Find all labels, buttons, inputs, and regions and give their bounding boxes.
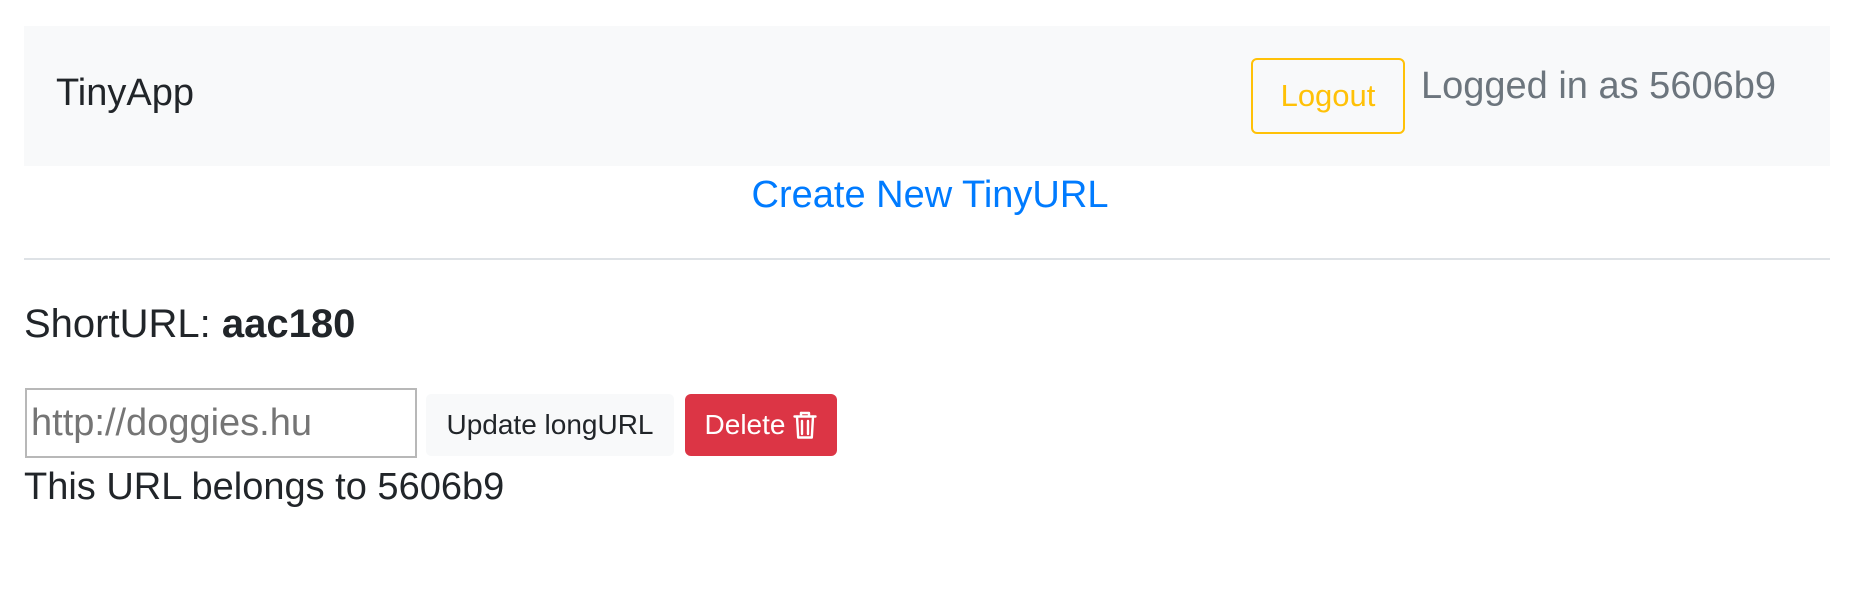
short-url-id: aac180 bbox=[221, 302, 356, 346]
short-url-label: ShortURL: bbox=[24, 302, 222, 346]
delete-button[interactable]: Delete bbox=[685, 394, 837, 456]
page: TinyApp Logout Logged in as 5606b9 Creat… bbox=[0, 0, 1860, 608]
update-longurl-button[interactable]: Update longURL bbox=[426, 394, 674, 456]
delete-button-label: Delete bbox=[704, 409, 786, 440]
logout-button[interactable]: Logout bbox=[1251, 58, 1405, 134]
url-owner-text: This URL belongs to 5606b9 bbox=[24, 466, 505, 508]
divider bbox=[24, 258, 1830, 260]
navbar: TinyApp Logout Logged in as 5606b9 bbox=[24, 26, 1830, 166]
trash-icon bbox=[793, 410, 818, 440]
create-new-tinyurl-link[interactable]: Create New TinyURL bbox=[0, 176, 1860, 214]
brand-name[interactable]: TinyApp bbox=[56, 74, 194, 112]
short-url-heading: ShortURL: aac180 bbox=[24, 304, 355, 344]
long-url-input[interactable] bbox=[25, 388, 417, 458]
logged-in-status: Logged in as 5606b9 bbox=[1421, 65, 1776, 107]
